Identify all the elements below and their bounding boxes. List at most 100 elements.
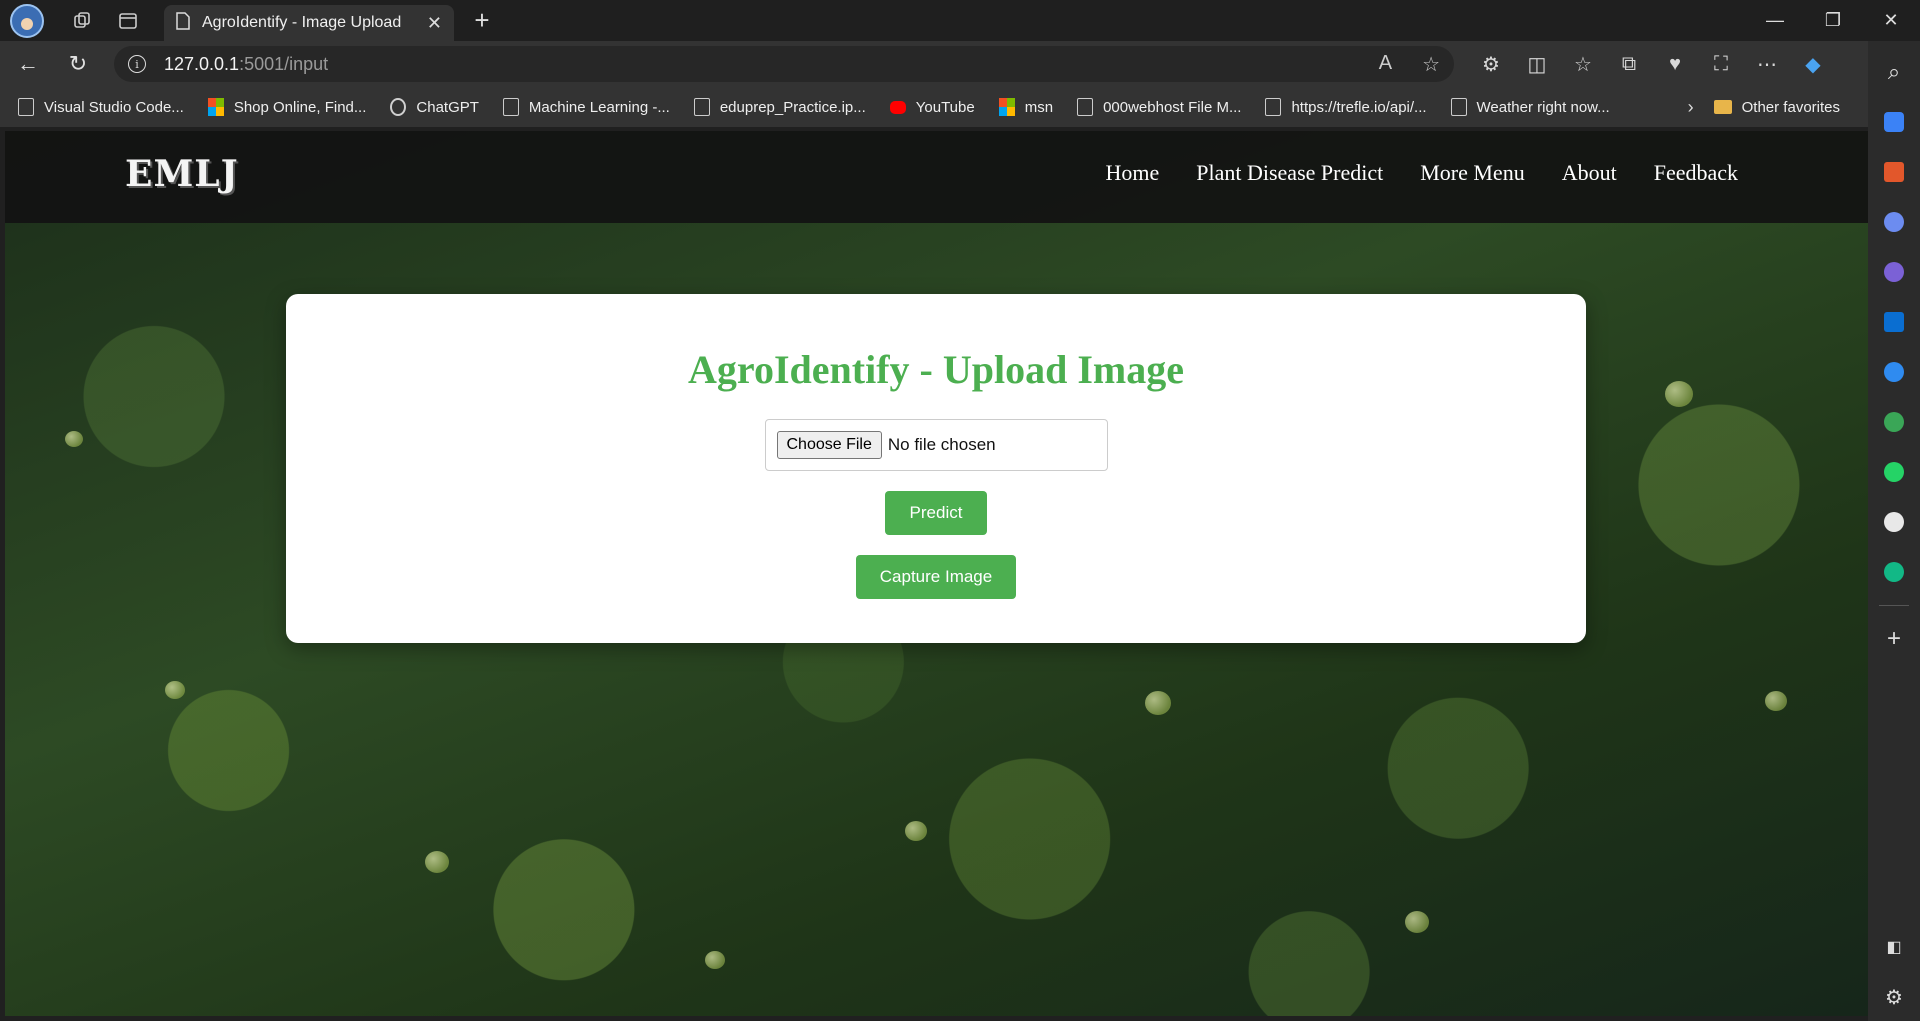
- site-info-icon[interactable]: i: [128, 55, 146, 73]
- bookmark-item[interactable]: msn: [998, 98, 1054, 116]
- address-toolbar: ← ↻ i 127.0.0.1:5001/input A ☆ ⚙ ◫ ☆ ⧉ ♥…: [0, 41, 1920, 87]
- bookmark-label: YouTube: [915, 98, 975, 116]
- folder-icon: [1713, 100, 1732, 114]
- restore-icon[interactable]: ❐: [1804, 0, 1862, 40]
- microsoft-icon: [207, 98, 224, 116]
- water-drop: [705, 951, 725, 969]
- favorite-star-icon[interactable]: ☆: [1422, 52, 1440, 77]
- bookmark-item[interactable]: ChatGPT: [390, 98, 479, 116]
- site-logo[interactable]: EMLJ: [125, 153, 239, 195]
- vine-icon[interactable]: [1876, 554, 1912, 590]
- site-menu: Home Plant Disease Predict More Menu Abo…: [1105, 160, 1738, 186]
- bookmark-item[interactable]: https://trefle.io/api/...: [1265, 98, 1427, 116]
- add-icon[interactable]: +: [1876, 621, 1912, 657]
- choose-file-button[interactable]: Choose File: [776, 431, 882, 459]
- water-drop: [65, 431, 83, 447]
- water-drop: [425, 851, 449, 873]
- new-tab-icon[interactable]: +: [464, 5, 500, 36]
- capture-image-button[interactable]: Capture Image: [856, 555, 1016, 599]
- bookmark-item[interactable]: 000webhost File M...: [1077, 98, 1241, 116]
- bookmark-item[interactable]: Shop Online, Find...: [207, 98, 367, 116]
- settings-icon[interactable]: ⚙: [1876, 979, 1912, 1015]
- nav-more-menu[interactable]: More Menu: [1420, 160, 1524, 186]
- edge-sidebar: ⌕ + ◧ ⚙: [1868, 41, 1920, 1021]
- upload-card: AgroIdentify - Upload Image Choose File …: [286, 294, 1586, 643]
- search-icon[interactable]: ⌕: [1876, 54, 1912, 90]
- water-drop: [165, 681, 185, 699]
- read-aloud-icon[interactable]: A: [1379, 52, 1392, 77]
- bookmark-label: eduprep_Practice.ip...: [719, 98, 866, 116]
- minimize-icon[interactable]: —: [1746, 0, 1804, 40]
- shopping-icon[interactable]: [1876, 104, 1912, 140]
- nav-feedback[interactable]: Feedback: [1654, 160, 1738, 186]
- close-window-icon[interactable]: ✕: [1862, 0, 1920, 40]
- toolbar-icons: ⚙ ◫ ☆ ⧉ ♥ ⛶ ⋯ ◆: [1468, 44, 1836, 84]
- bookmark-item[interactable]: eduprep_Practice.ip...: [693, 98, 866, 116]
- nav-home[interactable]: Home: [1105, 160, 1159, 186]
- refresh-icon[interactable]: ↻: [56, 44, 100, 84]
- window-controls: — ❐ ✕: [1746, 0, 1920, 40]
- other-favorites-label: Other favorites: [1741, 98, 1840, 116]
- page-icon: [502, 98, 519, 116]
- url-bar[interactable]: i 127.0.0.1:5001/input A ☆: [114, 46, 1454, 82]
- active-tab[interactable]: AgroIdentify - Image Upload ✕: [164, 5, 454, 41]
- bookmark-label: 000webhost File M...: [1103, 98, 1242, 116]
- bookmarks-overflow-icon[interactable]: ›: [1688, 97, 1694, 118]
- nav-about[interactable]: About: [1562, 160, 1617, 186]
- bookmark-label: ChatGPT: [416, 98, 479, 116]
- file-status: No file chosen: [887, 435, 996, 454]
- bookmark-item[interactable]: Weather right now...: [1450, 98, 1610, 116]
- file-input[interactable]: Choose File No file chosen: [764, 419, 1108, 471]
- water-drop: [905, 821, 927, 841]
- extensions-icon[interactable]: ⚙: [1468, 44, 1514, 84]
- microsoft-icon: [998, 98, 1015, 116]
- chatgpt-icon[interactable]: [1876, 504, 1912, 540]
- drop-icon[interactable]: [1876, 354, 1912, 390]
- health-icon[interactable]: ♥: [1652, 44, 1698, 84]
- water-drop: [1145, 691, 1171, 715]
- page-icon: [176, 11, 190, 35]
- url-path: :5001/input: [239, 53, 329, 74]
- water-drop: [1665, 381, 1693, 407]
- water-drop: [1765, 691, 1787, 711]
- whatsapp-icon[interactable]: [1876, 454, 1912, 490]
- predict-button[interactable]: Predict: [885, 491, 987, 535]
- page-icon: [1077, 98, 1094, 116]
- water-drop: [1405, 911, 1429, 933]
- bookmark-item[interactable]: YouTube: [889, 98, 975, 116]
- page-icon: [693, 98, 710, 116]
- bookmark-label: msn: [1024, 98, 1054, 116]
- bookmarks-bar: Visual Studio Code... Shop Online, Find..…: [0, 87, 1868, 127]
- outlook-icon[interactable]: [1876, 304, 1912, 340]
- copilot-icon[interactable]: ◆: [1790, 44, 1836, 84]
- collections-icon[interactable]: ⧉: [1606, 44, 1652, 84]
- profile-avatar[interactable]: [10, 3, 44, 38]
- page-icon: [1450, 98, 1467, 116]
- close-tab-icon[interactable]: ✕: [427, 13, 442, 34]
- web-page: EMLJ Home Plant Disease Predict More Men…: [5, 131, 1868, 1016]
- bookmark-label: Visual Studio Code...: [44, 98, 184, 116]
- more-menu-icon[interactable]: ⋯: [1744, 44, 1790, 84]
- microsoft365-icon[interactable]: [1876, 254, 1912, 290]
- bookmark-label: https://trefle.io/api/...: [1291, 98, 1427, 116]
- tools-icon[interactable]: [1876, 154, 1912, 190]
- bookmark-item[interactable]: Machine Learning -...: [502, 98, 670, 116]
- tree-icon[interactable]: [1876, 404, 1912, 440]
- bookmark-label: Machine Learning -...: [528, 98, 670, 116]
- screenshot-icon[interactable]: ⛶: [1698, 44, 1744, 84]
- favorites-icon[interactable]: ☆: [1560, 44, 1606, 84]
- bookmark-label: Shop Online, Find...: [233, 98, 367, 116]
- bookmark-label: Weather right now...: [1476, 98, 1610, 116]
- nav-plant-disease-predict[interactable]: Plant Disease Predict: [1196, 160, 1383, 186]
- tab-title: AgroIdentify - Image Upload: [202, 14, 402, 31]
- sidebar-toggle-icon[interactable]: ◧: [1876, 929, 1912, 965]
- other-favorites[interactable]: Other favorites: [1713, 98, 1840, 116]
- chatgpt-icon: [390, 98, 407, 116]
- sidebar-divider: [1879, 605, 1909, 606]
- tab-actions-icon[interactable]: [108, 1, 148, 41]
- workspaces-icon[interactable]: [62, 1, 102, 41]
- split-screen-icon[interactable]: ◫: [1514, 44, 1560, 84]
- bookmark-item[interactable]: Visual Studio Code...: [18, 98, 184, 116]
- games-icon[interactable]: [1876, 204, 1912, 240]
- back-icon[interactable]: ←: [6, 44, 50, 84]
